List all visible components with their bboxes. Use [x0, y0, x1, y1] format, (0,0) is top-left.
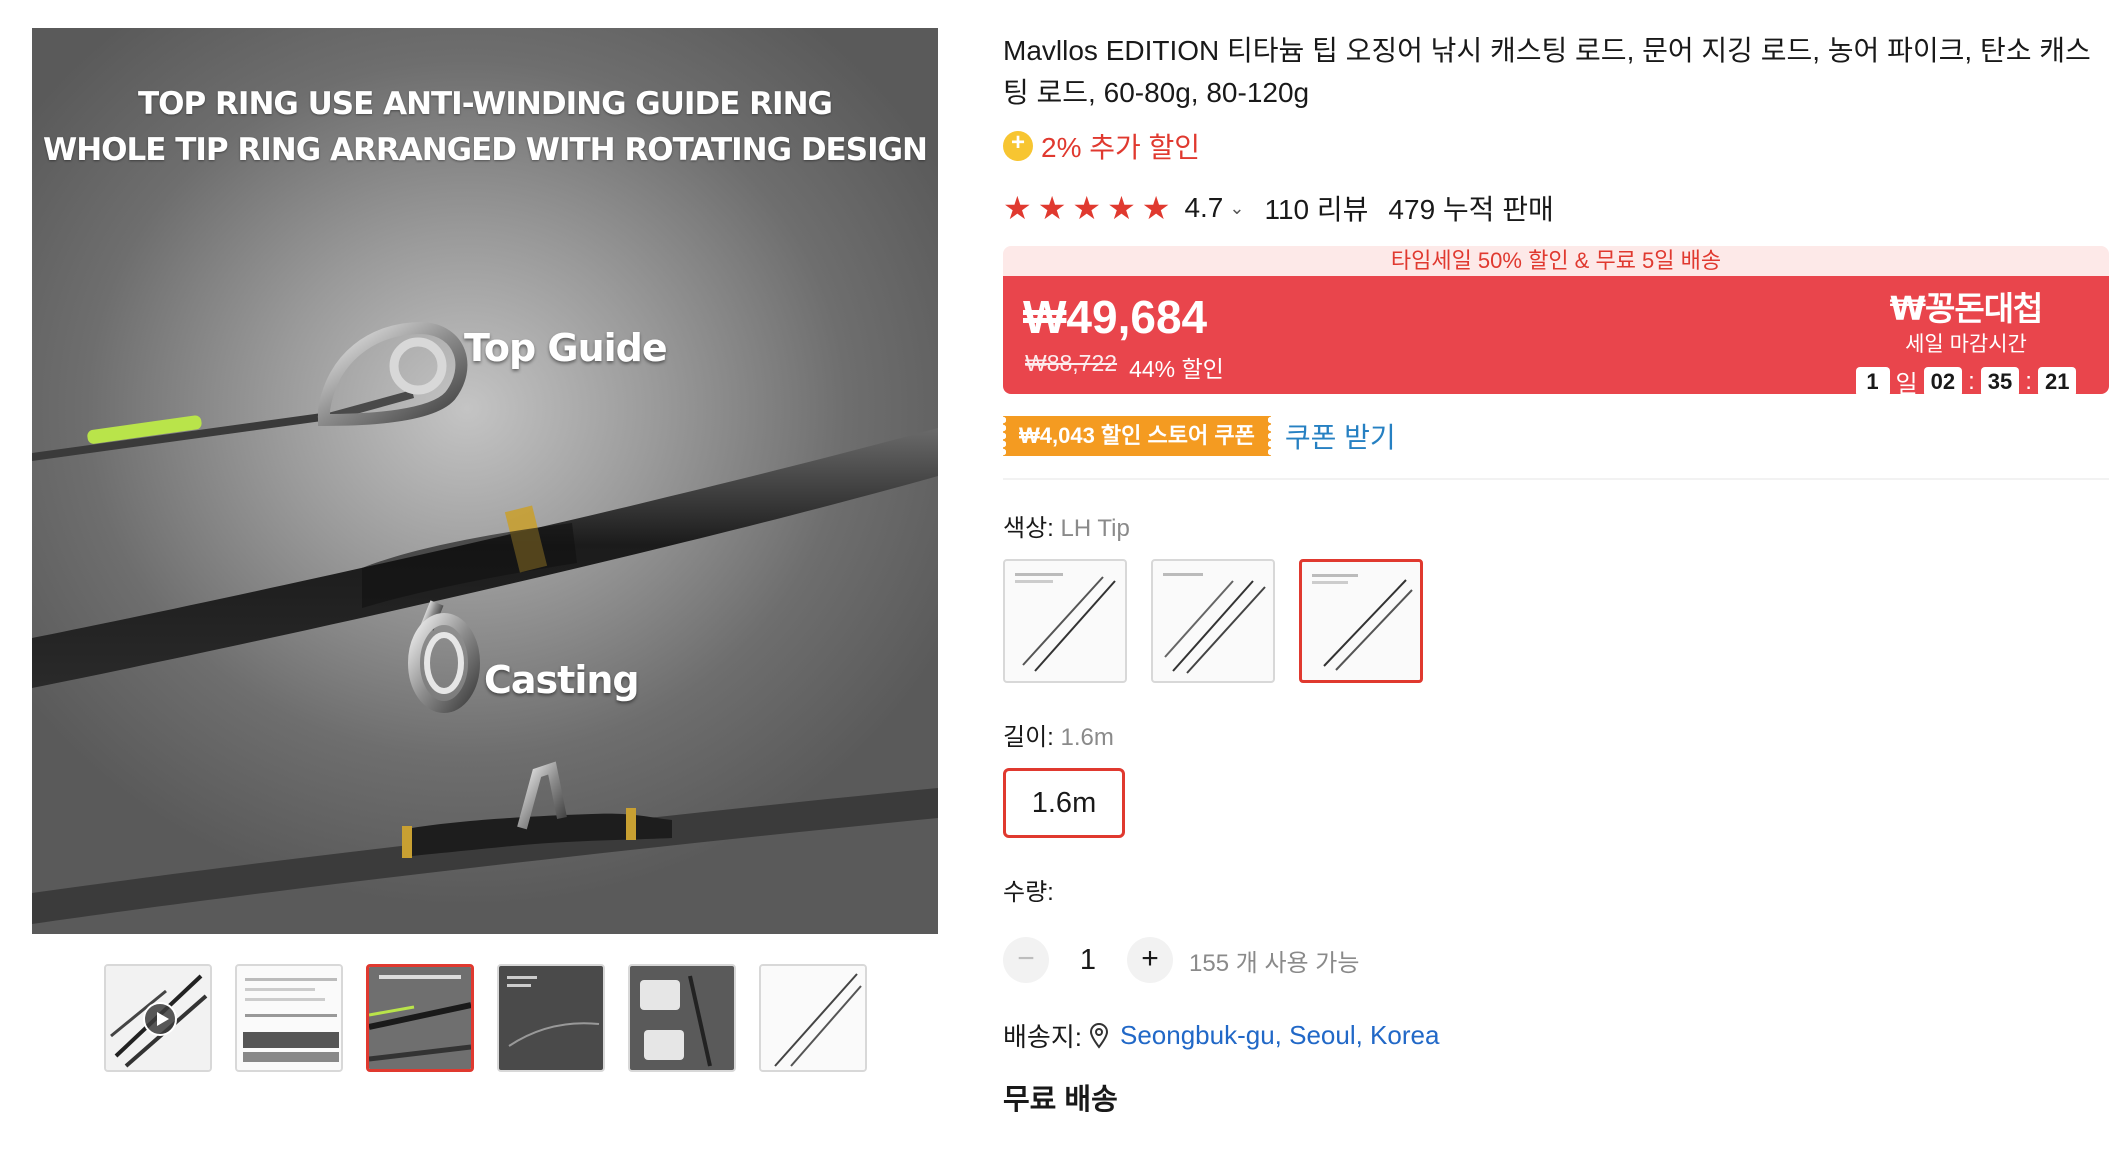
- swatch-image: [1312, 574, 1413, 671]
- countdown-separator: :: [1968, 367, 1975, 395]
- color-option-label: 색상: LH Tip: [1003, 508, 2109, 543]
- swatch-image: [1163, 573, 1266, 674]
- color-swatch-lh-tip-selected[interactable]: [1299, 559, 1423, 683]
- thumbnail-2[interactable]: [235, 964, 343, 1072]
- star-icon: ★: [1072, 190, 1102, 226]
- extra-discount-text: 2% 추가 할인: [1041, 132, 1201, 163]
- color-swatch-ml-titanium[interactable]: [1003, 559, 1127, 683]
- star-icon: ★: [1037, 190, 1067, 226]
- thumbnail-1-video[interactable]: [104, 964, 212, 1072]
- promo-subtitle: 세일 마감시간: [1905, 333, 2027, 356]
- color-selected-value: LH Tip: [1060, 515, 1130, 542]
- countdown-minutes: 35: [1980, 366, 2020, 397]
- label-top-guide: Top Guide: [464, 326, 668, 370]
- original-price-row: ₩88,722 44% 할인: [1025, 350, 1224, 384]
- color-swatch-lh-mh-tips[interactable]: [1151, 559, 1275, 683]
- countdown-separator: :: [2025, 367, 2032, 395]
- increment-button[interactable]: +: [1127, 937, 1173, 983]
- available-quantity: 155 개 사용 가능: [1189, 949, 1360, 977]
- thumbnail-4[interactable]: [497, 964, 605, 1072]
- quantity-label: 수량:: [1003, 879, 1054, 906]
- star-icon: ★: [1003, 190, 1032, 226]
- star-icon: ★: [1141, 190, 1171, 226]
- rating-value[interactable]: 4.7: [1184, 192, 1223, 224]
- length-option-label: 길이: 1.6m: [1003, 717, 2109, 752]
- thumbnail-image: [237, 966, 341, 1070]
- location-pin-icon: [1089, 1022, 1108, 1049]
- shipping-row: 배송지: Seongbuk-gu, Seoul, Korea: [1003, 1017, 2109, 1054]
- thumbnail-image: [499, 966, 603, 1070]
- length-option-1-6m[interactable]: 1.6m: [1003, 768, 1125, 838]
- length-label-text: 길이:: [1003, 724, 1061, 751]
- thumbnail-image: [630, 966, 734, 1070]
- quantity-stepper: − 1 + 155 개 사용 가능: [1003, 937, 2109, 983]
- promo-logo: ₩꽁돈대첩: [1889, 289, 2044, 328]
- image-title-line1: TOP RING USE ANTI-WINDING GUIDE RING: [138, 86, 833, 122]
- thumbnail-5[interactable]: [628, 964, 736, 1072]
- product-title: Mavllos EDITION 티타늄 팁 오징어 낚시 캐스팅 로드, 문어 …: [1003, 35, 2091, 108]
- original-price: ₩88,722: [1025, 350, 1118, 376]
- thumbnail-6[interactable]: [759, 964, 867, 1072]
- free-shipping-heading: 무료 배송: [1003, 1084, 1118, 1116]
- review-count-link[interactable]: 110 리뷰: [1264, 188, 1368, 228]
- chevron-down-icon[interactable]: ⌄: [1229, 198, 1244, 219]
- price-box: ₩49,684 ₩88,722 44% 할인 ₩꽁돈대첩 세일 마감시간 1 일…: [1003, 276, 2109, 398]
- countdown-timer: 1 일 02 : 35 : 21: [1841, 364, 2091, 399]
- extra-discount-badge: 2% 추가 할인: [1003, 126, 2109, 166]
- decrement-button[interactable]: −: [1003, 937, 1049, 983]
- swatch-image: [1015, 573, 1116, 672]
- coupon-row: ₩4,043 할인 스토어 쿠폰 쿠폰 받기: [1000, 416, 2109, 456]
- countdown-hours: 02: [1923, 366, 1963, 397]
- play-icon: [143, 1002, 177, 1036]
- coin-plus-icon: [1003, 129, 1033, 161]
- thumbnail-3-selected[interactable]: [366, 964, 474, 1072]
- countdown-days: 1: [1855, 366, 1890, 397]
- current-price: ₩49,684: [1023, 291, 1208, 343]
- color-label-text: 색상:: [1003, 515, 1061, 542]
- sold-count: 479 누적 판매: [1388, 194, 1554, 225]
- star-icon: ★: [1107, 190, 1136, 226]
- shipping-label: 배송지:: [1003, 1022, 1082, 1052]
- store-coupon-tag[interactable]: ₩4,043 할인 스토어 쿠폰: [1000, 416, 1274, 456]
- divider: [1003, 478, 2109, 480]
- image-title-line2: WHOLE TIP RING ARRANGED WITH ROTATING DE…: [43, 132, 928, 168]
- rating-row: ★ ★ ★ ★ ★ 4.7 ⌄ 110 리뷰 479 누적 판매: [1003, 188, 2109, 228]
- get-coupon-link[interactable]: 쿠폰 받기: [1285, 416, 1396, 456]
- promo-countdown: ₩꽁돈대첩 세일 마감시간 1 일 02 : 35 : 21: [1841, 282, 2091, 399]
- main-product-image[interactable]: TOP RING USE ANTI-WINDING GUIDE RING WHO…: [32, 28, 938, 934]
- rating-stars: ★ ★ ★ ★ ★: [1003, 192, 1170, 224]
- quantity-value[interactable]: 1: [1049, 944, 1127, 977]
- shipping-location-link[interactable]: Seongbuk-gu, Seoul, Korea: [1120, 1020, 1439, 1051]
- color-swatches: [1003, 559, 2109, 683]
- label-casting: Casting: [484, 658, 640, 702]
- thumbnail-image: [761, 966, 865, 1070]
- thumbnail-image: [369, 967, 471, 1069]
- length-selected-value: 1.6m: [1060, 724, 1114, 751]
- countdown-day-unit: 일: [1895, 371, 1918, 398]
- time-sale-banner: 타임세일 50% 할인 & 무료 5일 배송: [1003, 246, 2109, 276]
- product-info-panel: Mavllos EDITION 티타늄 팁 오징어 낚시 캐스팅 로드, 문어 …: [1000, 30, 2109, 1118]
- countdown-seconds: 21: [2037, 366, 2077, 397]
- thumbnail-strip: [104, 964, 867, 1072]
- discount-percent: 44% 할인: [1129, 356, 1224, 382]
